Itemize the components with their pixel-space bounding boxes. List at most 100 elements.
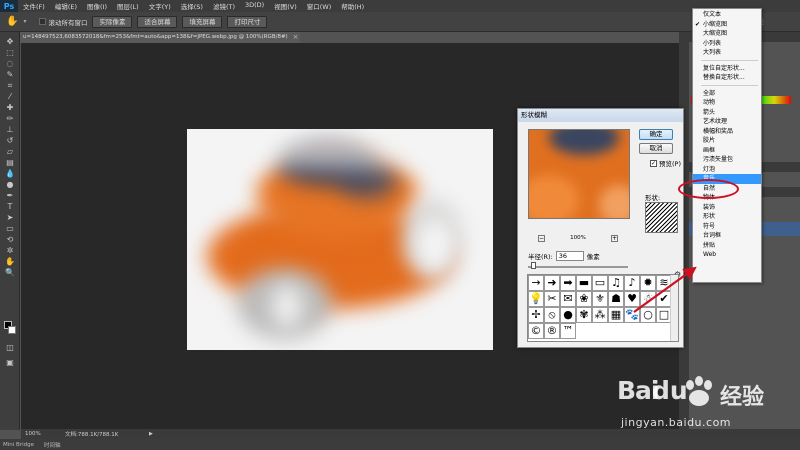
menu-item-option[interactable]: 符号 xyxy=(693,222,761,232)
menu-item-option[interactable]: 小列表 xyxy=(693,39,761,49)
screen-mode-icon[interactable]: ▣ xyxy=(0,357,20,368)
healing-brush-icon[interactable]: ✚ xyxy=(0,102,20,113)
menu-item-option[interactable]: 仅文本 xyxy=(693,10,761,20)
shape-cell[interactable]: ▭ xyxy=(592,275,608,291)
crop-tool-icon[interactable]: ⌗ xyxy=(0,80,20,91)
eraser-tool-icon[interactable]: ▱ xyxy=(0,146,20,157)
menu-item[interactable]: 图层(L) xyxy=(112,1,144,11)
shape-cell[interactable]: ● xyxy=(560,307,576,323)
background-color-swatch[interactable] xyxy=(8,326,16,334)
move-tool-icon[interactable]: ✥ xyxy=(0,36,20,47)
menu-item-option[interactable]: 艺术纹理 xyxy=(693,117,761,127)
shape-cell[interactable]: ✢ xyxy=(528,307,544,323)
history-brush-icon[interactable]: ↺ xyxy=(0,135,20,146)
zoom-in-button[interactable]: + xyxy=(610,234,618,242)
dialog-title[interactable]: 形状模糊 xyxy=(518,109,683,122)
print-size-button[interactable]: 打印尺寸 xyxy=(227,15,268,28)
gradient-tool-icon[interactable]: ▤ xyxy=(0,157,20,168)
checkbox-box[interactable] xyxy=(39,18,47,25)
shape-cell[interactable]: ® xyxy=(544,323,560,339)
lasso-tool-icon[interactable]: ◌ xyxy=(0,58,20,69)
shape-cell[interactable]: ✉ xyxy=(560,291,576,307)
menu-item-option[interactable]: 胶片 xyxy=(693,136,761,146)
3d-camera-icon[interactable]: ✲ xyxy=(0,245,20,256)
tool-preset-arrow-icon[interactable]: ▾ xyxy=(23,18,26,25)
clone-stamp-icon[interactable]: ⊥ xyxy=(0,124,20,135)
timeline-tab[interactable]: 时间轴 xyxy=(44,441,61,449)
radius-slider-knob[interactable] xyxy=(531,262,536,269)
menu-item-option[interactable]: 灯泡 xyxy=(693,165,761,175)
preview-check-icon[interactable]: ✓ xyxy=(650,159,657,167)
menu-item[interactable]: 编辑(E) xyxy=(50,1,82,11)
shape-cell[interactable]: ⁂ xyxy=(592,307,608,323)
path-select-icon[interactable]: ➤ xyxy=(0,212,20,223)
shape-tool-icon[interactable]: ▭ xyxy=(0,223,20,234)
shape-cell[interactable]: ○ xyxy=(640,307,656,323)
brush-tool-icon[interactable]: ✏ xyxy=(0,113,20,124)
zoom-out-button[interactable]: − xyxy=(538,234,545,242)
shape-cell[interactable]: ♪ xyxy=(624,275,640,291)
shape-cell[interactable]: ⚜ xyxy=(592,291,608,307)
menu-item[interactable]: 3D(D) xyxy=(240,1,269,11)
menu-item[interactable]: 选择(S) xyxy=(176,1,208,11)
menu-item-option[interactable]: 拼贴 xyxy=(693,241,761,251)
type-tool-icon[interactable]: T xyxy=(0,201,20,212)
status-menu-arrow-icon[interactable]: ▶ xyxy=(149,431,159,437)
menu-item[interactable]: 帮助(H) xyxy=(336,1,369,11)
marquee-tool-icon[interactable]: ⬚ xyxy=(0,47,20,58)
shape-cell[interactable]: ☗ xyxy=(608,291,624,307)
actual-pixels-button[interactable]: 实际像素 xyxy=(92,15,133,28)
shape-cell[interactable]: ⦸ xyxy=(544,307,560,323)
dodge-tool-icon[interactable]: ● xyxy=(0,179,20,190)
shape-cell[interactable]: 🐾 xyxy=(624,307,640,323)
menu-item-option[interactable]: 全部 xyxy=(693,89,761,99)
preview-checkbox[interactable]: ✓ 预览(P) xyxy=(650,158,681,168)
shape-cell[interactable]: ▬ xyxy=(576,275,592,291)
document-tab[interactable]: u=148497523,6083572018&fm=253&fmt=auto&a… xyxy=(20,32,300,43)
menu-item-option[interactable]: 污渍矢量包 xyxy=(693,155,761,165)
hand-tool-icon[interactable]: ✋ xyxy=(6,16,18,27)
mini-bridge-tab[interactable]: Mini Bridge xyxy=(3,442,34,448)
menu-item-option[interactable]: 装饰 xyxy=(693,203,761,213)
quick-select-tool-icon[interactable]: ✎ xyxy=(0,69,20,80)
menu-item-option[interactable]: 动物 xyxy=(693,98,761,108)
ok-button[interactable]: 确定 xyxy=(639,129,673,140)
scroll-all-windows-checkbox[interactable]: 滚动所有窗口 xyxy=(39,17,87,27)
hand-tool-icon-2[interactable]: ✋ xyxy=(0,256,20,267)
menu-item[interactable]: 滤镜(T) xyxy=(208,1,240,11)
shape-cell[interactable]: ™ xyxy=(560,323,576,339)
menu-item-option[interactable]: 台词框 xyxy=(693,231,761,241)
menu-item-option[interactable]: 大缩览图 xyxy=(693,29,761,39)
menu-item-option[interactable]: 替换自定形状... xyxy=(693,73,761,83)
shape-cell[interactable]: ✂ xyxy=(544,291,560,307)
menu-item-option[interactable]: 形状 xyxy=(693,212,761,222)
menu-item-option[interactable]: Web xyxy=(693,250,761,260)
menu-item[interactable]: 文件(F) xyxy=(18,1,50,11)
shape-cell[interactable]: ❀ xyxy=(576,291,592,307)
shape-cell[interactable]: ✾ xyxy=(576,307,592,323)
shape-cell[interactable]: ➜ xyxy=(544,275,560,291)
menu-item-option[interactable]: 复位自定形状... xyxy=(693,64,761,74)
menu-item[interactable]: 图像(I) xyxy=(82,1,112,11)
shape-cell[interactable]: 💡 xyxy=(528,291,544,307)
menu-item-option[interactable]: 大列表 xyxy=(693,48,761,58)
shape-cell[interactable]: ✹ xyxy=(640,275,656,291)
fit-screen-button[interactable]: 适合屏幕 xyxy=(137,15,178,28)
menu-item-option[interactable]: 画框 xyxy=(693,146,761,156)
shape-cell[interactable]: ♥ xyxy=(624,291,640,307)
fill-screen-button[interactable]: 填充屏幕 xyxy=(182,15,223,28)
shape-cell[interactable]: ➡ xyxy=(560,275,576,291)
shape-cell[interactable]: → xyxy=(528,275,544,291)
menu-item-option[interactable]: 箭头 xyxy=(693,108,761,118)
cancel-button[interactable]: 取消 xyxy=(639,143,673,154)
zoom-tool-icon[interactable]: 🔍 xyxy=(0,267,20,278)
close-tab-icon[interactable]: × xyxy=(291,32,300,43)
pen-tool-icon[interactable]: ✒ xyxy=(0,190,20,201)
menu-item-option[interactable]: 横幅和奖品 xyxy=(693,127,761,137)
shape-cell[interactable]: © xyxy=(528,323,544,339)
3d-rotate-icon[interactable]: ⟲ xyxy=(0,234,20,245)
menu-item[interactable]: 视图(V) xyxy=(269,1,302,11)
menu-item[interactable]: 窗口(W) xyxy=(302,1,337,11)
radius-input[interactable]: 36 xyxy=(555,251,584,261)
radius-slider-track[interactable] xyxy=(528,266,628,268)
